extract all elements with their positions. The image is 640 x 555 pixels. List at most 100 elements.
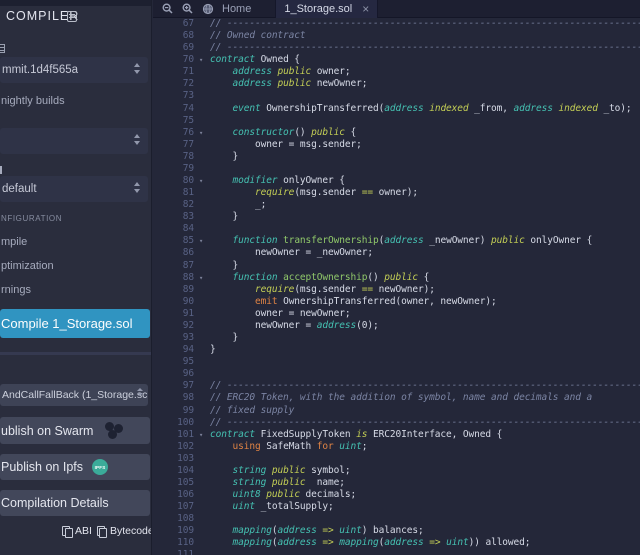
fold-spacer — [197, 90, 210, 102]
code-line[interactable]: 89 require(msg.sender == newOwner); — [153, 284, 640, 296]
hide-warnings-label[interactable]: rnings — [1, 284, 31, 296]
code-line[interactable]: 70▾contract Owned { — [153, 54, 640, 66]
code-line[interactable]: 105 string public name; — [153, 477, 640, 489]
code-line[interactable]: 111 — [153, 549, 640, 555]
code-line[interactable]: 75 — [153, 115, 640, 127]
line-number: 104 — [153, 465, 197, 477]
fold-spacer — [197, 223, 210, 235]
code-line[interactable]: 107 uint _totalSupply; — [153, 501, 640, 513]
updown-arrows-icon — [137, 388, 143, 396]
evm-version-label-fragment — [0, 166, 2, 174]
code-line[interactable]: 109 mapping(address => uint) balances; — [153, 525, 640, 537]
code-line[interactable]: 101▾contract FixedSupplyToken is ERC20In… — [153, 429, 640, 441]
code-line[interactable]: 74 event OwnershipTransferred(address in… — [153, 103, 640, 115]
code-text: // -------------------------------------… — [210, 42, 640, 54]
code-line[interactable]: 81 require(msg.sender == owner); — [153, 187, 640, 199]
zoom-in-icon[interactable] — [182, 3, 193, 14]
code-line[interactable]: 106 uint8 public decimals; — [153, 489, 640, 501]
code-line[interactable]: 69// -----------------------------------… — [153, 42, 640, 54]
code-line[interactable]: 100// ----------------------------------… — [153, 417, 640, 429]
code-line[interactable]: 68// Owned contract — [153, 30, 640, 42]
code-line[interactable]: 108 — [153, 513, 640, 525]
tab-home[interactable]: Home — [218, 0, 259, 18]
swarm-icon — [103, 422, 125, 440]
fold-arrow-icon[interactable]: ▾ — [197, 272, 210, 284]
compilation-details-button[interactable]: Compilation Details — [0, 490, 150, 516]
code-line[interactable]: 94} — [153, 344, 640, 356]
code-line[interactable]: 91 owner = newOwner; — [153, 308, 640, 320]
publish-swarm-button[interactable]: ublish on Swarm — [0, 417, 150, 444]
code-line[interactable]: 99// fixed supply — [153, 405, 640, 417]
line-number: 73 — [153, 90, 197, 102]
copy-bytecode-button[interactable]: Bytecode — [97, 525, 152, 537]
close-icon[interactable]: × — [362, 4, 369, 14]
line-number: 99 — [153, 405, 197, 417]
code-text: } — [210, 211, 238, 223]
publish-ipfs-button[interactable]: Publish on Ipfs IPFS — [0, 454, 150, 480]
code-line[interactable]: 104 string public symbol; — [153, 465, 640, 477]
fold-arrow-icon[interactable]: ▾ — [197, 175, 210, 187]
fold-spacer — [197, 465, 210, 477]
code-line[interactable]: 85▾ function transferOwnership(address _… — [153, 235, 640, 247]
fold-arrow-icon[interactable]: ▾ — [197, 127, 210, 139]
code-line[interactable]: 80▾ modifier onlyOwner { — [153, 175, 640, 187]
code-line[interactable]: 110 mapping(address => mapping(address =… — [153, 537, 640, 549]
code-line[interactable]: 98// ERC20 Token, with the addition of s… — [153, 392, 640, 404]
code-text: uint8 public decimals; — [210, 489, 356, 501]
contract-select[interactable]: AndCallFallBack (1_Storage.sc — [0, 384, 148, 406]
line-number: 72 — [153, 78, 197, 90]
code-line[interactable]: 77 owner = msg.sender; — [153, 139, 640, 151]
enable-optimization-label[interactable]: ptimization — [1, 260, 54, 272]
auto-compile-label[interactable]: mpile — [1, 236, 27, 248]
compiler-info-icon — [0, 44, 5, 53]
language-select[interactable] — [0, 128, 148, 154]
nightly-builds-label[interactable]: nightly builds — [1, 95, 65, 107]
line-number: 84 — [153, 223, 197, 235]
code-line[interactable]: 67// -----------------------------------… — [153, 18, 640, 30]
bytecode-label: Bytecode — [110, 525, 152, 537]
line-number: 106 — [153, 489, 197, 501]
code-line[interactable]: 87 } — [153, 260, 640, 272]
copy-icon — [62, 526, 71, 537]
code-line[interactable]: 84 — [153, 223, 640, 235]
line-number: 95 — [153, 356, 197, 368]
line-number: 103 — [153, 453, 197, 465]
code-line[interactable]: 78 } — [153, 151, 640, 163]
line-number: 109 — [153, 525, 197, 537]
evm-version-select[interactable]: default — [0, 176, 148, 202]
compile-button[interactable]: Compile 1_Storage.sol — [0, 309, 150, 338]
fold-arrow-icon[interactable]: ▾ — [197, 235, 210, 247]
code-text: using SafeMath for uint; — [210, 441, 367, 453]
code-line[interactable]: 88▾ function acceptOwnership() public { — [153, 272, 640, 284]
code-line[interactable]: 79 — [153, 163, 640, 175]
evm-version-value: default — [2, 183, 37, 195]
code-text: // -------------------------------------… — [210, 18, 640, 30]
code-line[interactable]: 102 using SafeMath for uint; — [153, 441, 640, 453]
code-line[interactable]: 86 newOwner = _newOwner; — [153, 247, 640, 259]
code-lines[interactable]: 67// -----------------------------------… — [153, 18, 640, 555]
code-line[interactable]: 97// -----------------------------------… — [153, 380, 640, 392]
code-line[interactable]: 71 address public owner; — [153, 66, 640, 78]
line-number: 88 — [153, 272, 197, 284]
code-line[interactable]: 93 } — [153, 332, 640, 344]
code-line[interactable]: 82 _; — [153, 199, 640, 211]
code-line[interactable]: 76▾ constructor() public { — [153, 127, 640, 139]
code-text: modifier onlyOwner { — [210, 175, 345, 187]
code-line[interactable]: 90 emit OwnershipTransferred(owner, newO… — [153, 296, 640, 308]
code-line[interactable]: 103 — [153, 453, 640, 465]
fold-arrow-icon[interactable]: ▾ — [197, 429, 210, 441]
code-line[interactable]: 95 — [153, 356, 640, 368]
code-text: require(msg.sender == owner); — [210, 187, 418, 199]
code-line[interactable]: 92 newOwner = address(0); — [153, 320, 640, 332]
copy-abi-button[interactable]: ABI — [62, 525, 92, 537]
fold-arrow-icon[interactable]: ▾ — [197, 54, 210, 66]
tab-storage-sol[interactable]: 1_Storage.sol × — [275, 0, 378, 18]
line-number: 91 — [153, 308, 197, 320]
code-line[interactable]: 96 — [153, 368, 640, 380]
code-line[interactable]: 72 address public newOwner; — [153, 78, 640, 90]
code-line[interactable]: 83 } — [153, 211, 640, 223]
line-number: 86 — [153, 247, 197, 259]
zoom-out-icon[interactable] — [162, 3, 173, 14]
compiler-version-select[interactable]: mmit.1d4f565a — [0, 57, 148, 83]
code-line[interactable]: 73 — [153, 90, 640, 102]
